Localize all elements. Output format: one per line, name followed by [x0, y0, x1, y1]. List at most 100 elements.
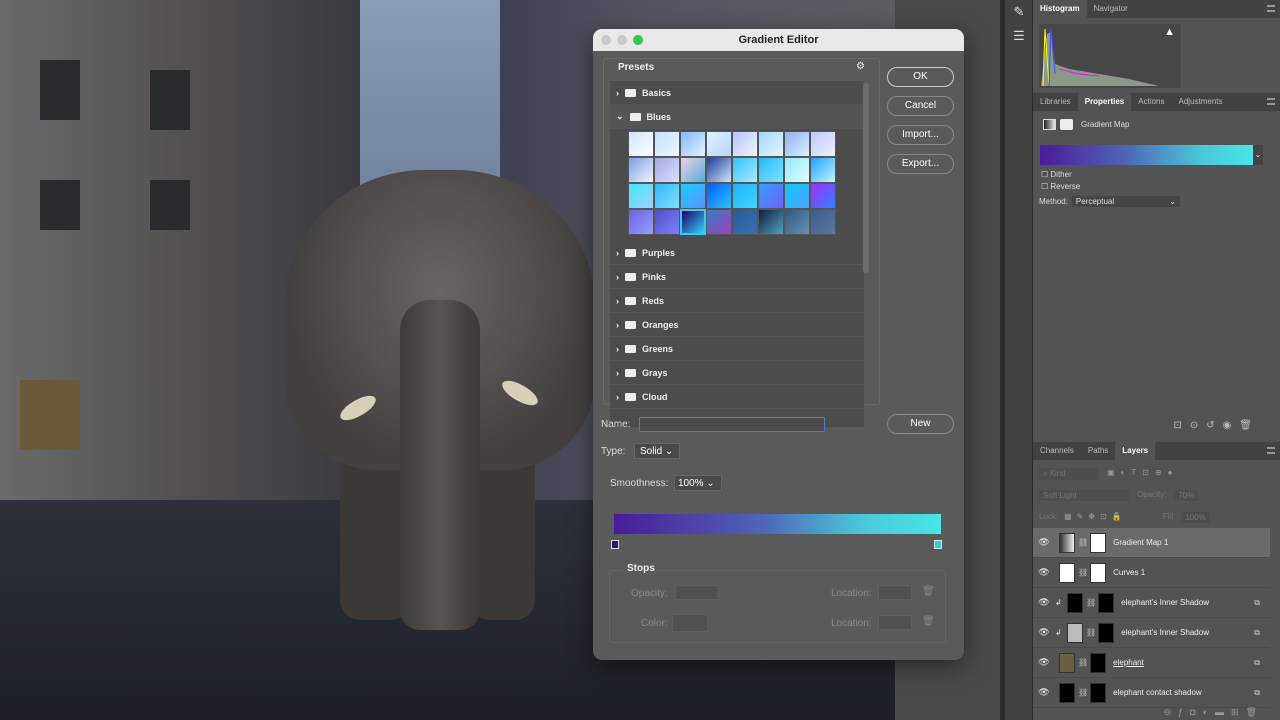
panel-menu-icon[interactable] [1267, 5, 1275, 12]
tab-paths[interactable]: Paths [1081, 442, 1115, 460]
gradient-swatch[interactable] [654, 131, 680, 157]
chevron-right-icon[interactable]: › [616, 320, 619, 330]
color-stop-right[interactable] [934, 540, 942, 549]
color-stop-field[interactable] [672, 614, 708, 632]
layer-row[interactable]: 👁 ↲ ⛓ elephant's Inner Shadow ⧉ [1033, 618, 1270, 648]
chevron-down-icon[interactable]: ⌄ [616, 111, 624, 122]
gradient-swatch[interactable] [732, 183, 758, 209]
properties-footer-icons[interactable]: ⊡⊙↺◉🗑 [1173, 420, 1260, 431]
layer-row[interactable]: 👁 ⛓ Curves 1 [1033, 558, 1270, 588]
gradient-swatch[interactable] [680, 183, 706, 209]
preset-folder[interactable]: ⌄ Blues [610, 105, 864, 129]
gradient-swatch[interactable] [732, 157, 758, 183]
chevron-right-icon[interactable]: › [616, 344, 619, 354]
gradient-swatch[interactable] [784, 157, 810, 183]
smoothness-field[interactable]: 100% ⌄ [674, 475, 722, 491]
blend-mode-select[interactable]: Soft Light [1039, 490, 1129, 501]
zoom-button[interactable] [633, 35, 643, 45]
trash-icon[interactable]: 🗑 [922, 586, 935, 597]
panel-menu-icon[interactable] [1267, 447, 1275, 454]
brush-settings-icon[interactable]: ✎ [1005, 0, 1033, 24]
lock-icons[interactable]: ▦✎✥⊡🔒 [1064, 512, 1127, 523]
gradient-swatch[interactable] [758, 131, 784, 157]
ok-button[interactable]: OK [887, 67, 954, 87]
dialog-titlebar[interactable]: Gradient Editor [593, 29, 964, 51]
chevron-right-icon[interactable]: › [616, 368, 619, 378]
gradient-swatch[interactable] [810, 157, 836, 183]
chevron-right-icon[interactable]: › [616, 248, 619, 258]
gradient-swatch[interactable] [680, 157, 706, 183]
gradient-swatch[interactable] [732, 131, 758, 157]
preset-folder[interactable]: › Basics [610, 81, 864, 105]
close-button[interactable] [601, 35, 611, 45]
preset-folder[interactable]: › Pinks [610, 265, 864, 289]
gradient-swatch[interactable] [654, 183, 680, 209]
reverse-checkbox[interactable]: ☐ Reverse [1041, 182, 1080, 191]
gradient-swatch[interactable] [758, 157, 784, 183]
tab-properties[interactable]: Properties [1077, 93, 1132, 111]
layer-row[interactable]: 👁 ⛓ elephant contact shadow ⧉ [1033, 678, 1270, 708]
preset-folder[interactable]: › Purples [610, 241, 864, 265]
opacity-location-field[interactable] [878, 585, 912, 600]
tab-navigator[interactable]: Navigator [1087, 0, 1135, 18]
fill-field[interactable]: 100% [1181, 512, 1210, 523]
gradient-swatch[interactable] [758, 209, 784, 235]
gradient-map-preview[interactable] [1040, 145, 1253, 165]
tab-adjustments[interactable]: Adjustments [1172, 93, 1230, 111]
layer-row[interactable]: 👁 ⛓ elephant ⧉ [1033, 648, 1270, 678]
cancel-button[interactable]: Cancel [887, 96, 954, 116]
fx-icon[interactable]: ⧉ [1254, 598, 1260, 608]
eye-icon[interactable]: 👁 [1033, 567, 1055, 578]
minimize-button[interactable] [617, 35, 627, 45]
gradient-swatch[interactable] [706, 209, 732, 235]
tab-actions[interactable]: Actions [1131, 93, 1171, 111]
gradient-swatch[interactable] [628, 157, 654, 183]
gear-icon[interactable]: ⚙ [856, 61, 865, 72]
trash-icon[interactable]: 🗑 [922, 616, 935, 627]
fx-icon[interactable]: ⧉ [1254, 628, 1260, 638]
tab-channels[interactable]: Channels [1033, 442, 1081, 460]
tab-layers[interactable]: Layers [1115, 442, 1156, 460]
import-button[interactable]: Import... [887, 125, 954, 145]
warning-icon[interactable]: ▲ [1164, 26, 1175, 38]
gradient-swatch[interactable] [654, 157, 680, 183]
layer-row[interactable]: 👁 ⛓ Gradient Map 1 [1033, 528, 1270, 558]
adjustment-icon[interactable] [1043, 119, 1056, 130]
opacity-stop-field[interactable] [675, 585, 719, 600]
eye-icon[interactable]: 👁 [1033, 537, 1055, 548]
gradient-swatch[interactable] [784, 131, 810, 157]
preset-folder[interactable]: › Cloud [610, 385, 864, 409]
preset-folder[interactable]: › Grays [610, 361, 864, 385]
chevron-right-icon[interactable]: › [616, 392, 619, 402]
name-input[interactable] [639, 417, 825, 432]
chevron-right-icon[interactable]: › [616, 88, 619, 98]
panel-menu-icon[interactable] [1267, 98, 1275, 105]
eye-icon[interactable]: 👁 [1033, 597, 1055, 608]
fx-icon[interactable]: ⧉ [1254, 688, 1260, 698]
tab-libraries[interactable]: Libraries [1033, 93, 1078, 111]
layer-row[interactable]: 👁 ↲ ⛓ elephant's Inner Shadow ⧉ [1033, 588, 1270, 618]
gradient-swatch[interactable] [680, 131, 706, 157]
gradient-swatch[interactable] [784, 183, 810, 209]
tab-histogram[interactable]: Histogram [1033, 0, 1087, 18]
presets-scrollbar[interactable] [863, 83, 869, 273]
gradient-swatch[interactable] [628, 131, 654, 157]
gradient-bar[interactable] [614, 514, 941, 534]
type-select[interactable]: Solid ⌄ [634, 443, 680, 459]
gradient-swatch[interactable] [680, 209, 706, 235]
method-select[interactable]: Perceptual ⌄ [1071, 196, 1180, 207]
filter-icons[interactable]: ▣◐T⊡⊕● [1107, 468, 1179, 480]
eye-icon[interactable]: 👁 [1033, 657, 1055, 668]
gradient-swatch[interactable] [706, 183, 732, 209]
gradient-swatch[interactable] [628, 183, 654, 209]
chevron-right-icon[interactable]: › [616, 272, 619, 282]
gradient-swatch[interactable] [654, 209, 680, 235]
gradient-swatch[interactable] [810, 183, 836, 209]
filter-kind-select[interactable]: ⌕ Kind [1039, 468, 1099, 480]
layers-footer-icons[interactable]: ⊖ƒ◘◐▬⊞🗑 [1164, 707, 1264, 718]
fx-icon[interactable]: ⧉ [1254, 658, 1260, 668]
gradient-swatch[interactable] [810, 131, 836, 157]
gradient-dropdown-icon[interactable]: ⌄ [1253, 145, 1263, 165]
dither-checkbox[interactable]: ☐ Dither [1041, 170, 1072, 179]
gradient-swatch[interactable] [706, 157, 732, 183]
